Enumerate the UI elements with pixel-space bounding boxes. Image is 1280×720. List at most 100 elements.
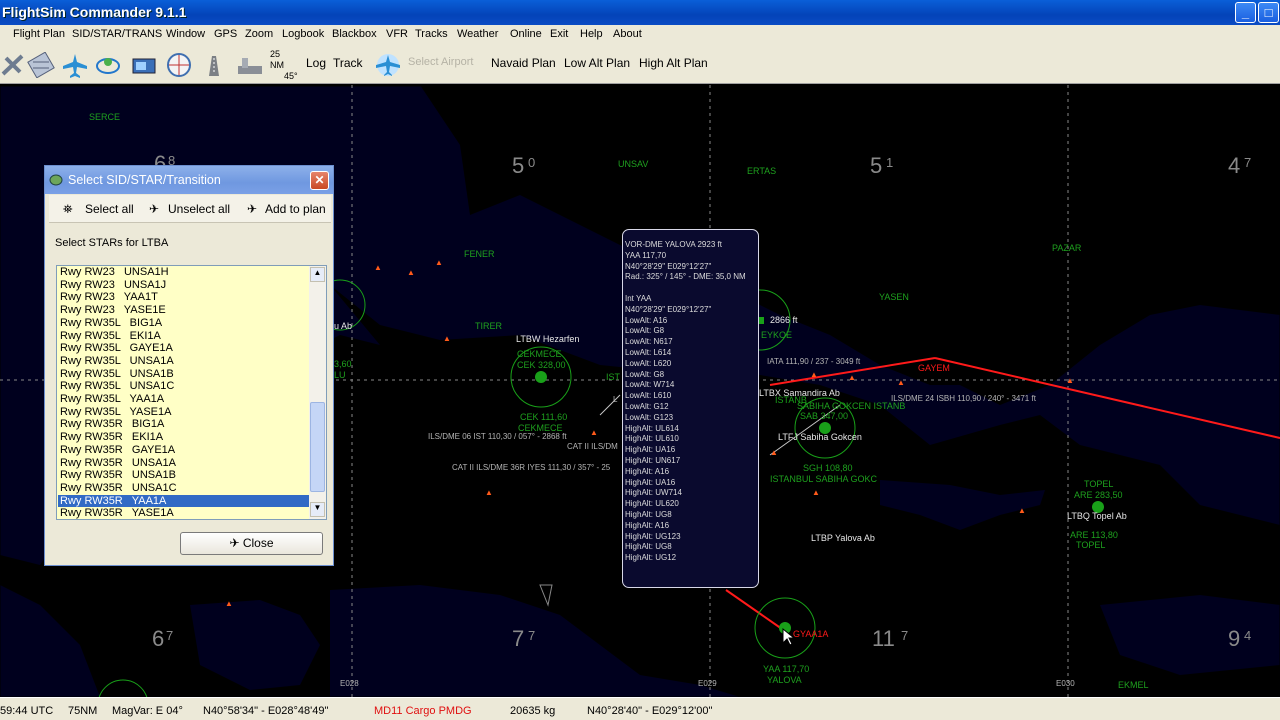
star-list-item[interactable]: Rwy RW35L UNSA1B xyxy=(58,368,310,381)
dialog-close-button[interactable]: ✈ Close xyxy=(180,532,323,555)
airplane-icon[interactable] xyxy=(61,52,89,78)
add-to-plan-button[interactable]: Add to plan xyxy=(265,202,326,216)
svg-text:▲: ▲ xyxy=(407,268,415,277)
menu-tracks[interactable]: Tracks xyxy=(415,28,448,40)
svg-text:▲: ▲ xyxy=(225,599,233,608)
menu-window[interactable]: Window xyxy=(166,28,205,40)
menu-vfr[interactable]: VFR xyxy=(386,28,408,40)
compass-icon[interactable] xyxy=(165,52,193,78)
select-airport-button[interactable]: Select Airport xyxy=(408,56,473,68)
waypoint-fener[interactable]: FENER xyxy=(464,249,495,259)
menu-weather[interactable]: Weather xyxy=(457,28,498,40)
zoom-angle: 45° xyxy=(284,71,298,81)
star-list-item[interactable]: Rwy RW35L EKI1A xyxy=(58,330,310,343)
maximize-button[interactable]: □ xyxy=(1258,2,1279,23)
waypoint-ertas[interactable]: ERTAS xyxy=(747,166,776,176)
unselect-all-button[interactable]: Unselect all xyxy=(168,202,230,216)
popup-line: HighAlt: UA16 xyxy=(625,445,676,455)
grid-number-51-small: 1 xyxy=(886,155,893,170)
select-all-button[interactable]: Select all xyxy=(85,202,134,216)
star-list-item[interactable]: Rwy RW35L UNSA1A xyxy=(58,355,310,368)
log-button[interactable]: Log xyxy=(306,56,326,70)
star-list-scrollbar[interactable]: ▲ ▼ xyxy=(309,266,326,519)
star-list-item[interactable]: Rwy RW35R UNSA1A xyxy=(58,457,310,470)
label-ils-06: ILS/DME 06 IST 110,30 / 057° - 2868 ft xyxy=(428,432,567,441)
airport-ltfj[interactable]: LTFJ Sabiha Gokcen xyxy=(778,432,862,442)
star-list-item[interactable]: Rwy RW35R EKI1A xyxy=(58,431,310,444)
star-list-item[interactable]: Rwy RW35L YAA1A xyxy=(58,393,310,406)
menu-online[interactable]: Online xyxy=(510,28,542,40)
svg-text:▲: ▲ xyxy=(435,258,443,267)
waypoint-tirer[interactable]: TIRER xyxy=(475,321,503,331)
label-yalova: YALOVA xyxy=(767,675,802,685)
runway-icon[interactable] xyxy=(200,52,228,78)
star-list-item[interactable]: Rwy RW35L BIG1A xyxy=(58,317,310,330)
star-list-item[interactable]: Rwy RW23 YASE1E xyxy=(58,304,310,317)
airport-ltbw[interactable]: LTBW Hezarfen xyxy=(516,334,579,344)
star-list-item[interactable]: Rwy RW35R GAYE1A xyxy=(58,444,310,457)
navaid-plan-button[interactable]: Navaid Plan xyxy=(491,56,556,70)
grid-number-77-big: 7 xyxy=(512,626,524,651)
star-list-item[interactable]: Rwy RW35R UNSA1C xyxy=(58,482,310,495)
popup-line: LowAlt: G12 xyxy=(625,401,669,411)
star-list-item[interactable]: Rwy RW23 UNSA1J xyxy=(58,279,310,292)
low-alt-plan-button[interactable]: Low Alt Plan xyxy=(564,56,630,70)
menu-help[interactable]: Help xyxy=(580,28,603,40)
menu-flight-plan[interactable]: Flight Plan xyxy=(13,28,65,40)
zoom-indicator[interactable]: 25 NM 45° xyxy=(270,49,300,83)
airport-icon[interactable] xyxy=(236,52,264,78)
star-list[interactable]: Rwy RW35R YASE1A Rwy RW35R YAA1A Rwy RW35R… xyxy=(56,265,327,520)
route-icon[interactable] xyxy=(94,52,122,78)
waypoint-gayem[interactable]: GAYEM xyxy=(918,363,950,373)
star-list-item[interactable]: Rwy RW35L GAYE1A xyxy=(58,342,310,355)
waypoint-unsav[interactable]: UNSAV xyxy=(618,159,648,169)
airport-ltbq[interactable]: LTBQ Topel Ab xyxy=(1067,511,1127,521)
star-list-item[interactable]: Rwy RW35L YASE1A xyxy=(58,406,310,419)
grid-number-77-small: 7 xyxy=(528,628,535,643)
track-button[interactable]: Track xyxy=(333,56,363,70)
high-alt-plan-button[interactable]: High Alt Plan xyxy=(639,56,708,70)
grid-number-51-big: 5 xyxy=(870,153,882,178)
svg-text:▲: ▲ xyxy=(897,378,905,387)
menu-exit[interactable]: Exit xyxy=(550,28,568,40)
svg-text:▲: ▲ xyxy=(770,448,778,457)
waypoint-topel[interactable]: TOPEL xyxy=(1084,479,1113,489)
popup-line: HighAlt: UL614 xyxy=(625,423,679,433)
label-partial-lu: LU xyxy=(334,370,346,380)
popup-line: LowAlt: W714 xyxy=(625,380,675,390)
menu-blackbox[interactable]: Blackbox xyxy=(332,28,377,40)
window-title: FlightSim Commander 9.1.1 xyxy=(2,4,187,20)
star-list-item[interactable]: Rwy RW23 UNSA1H xyxy=(58,266,310,279)
star-list-item[interactable]: Rwy RW35R YAA1A xyxy=(58,494,310,508)
star-list-item[interactable]: Rwy RW35R YASE1A xyxy=(58,507,310,519)
map-grid-icon[interactable] xyxy=(27,52,55,78)
scroll-thumb[interactable] xyxy=(310,402,325,492)
plane-plan-icon[interactable] xyxy=(372,52,404,78)
star-list-item[interactable]: Rwy RW23 YAA1T xyxy=(58,291,310,304)
star-list-item[interactable]: Rwy RW35R BIG1A xyxy=(58,418,310,431)
add-plane-icon: ✈ xyxy=(247,202,258,216)
menu-about[interactable]: About xyxy=(613,28,642,40)
satellite-icon[interactable] xyxy=(0,52,28,78)
waypoint-serce[interactable]: SERCE xyxy=(89,112,120,122)
waypoint-pazar[interactable]: PAZAR xyxy=(1052,243,1082,253)
menu-logbook[interactable]: Logbook xyxy=(282,28,324,40)
airport-ltbp[interactable]: LTBP Yalova Ab xyxy=(811,533,875,543)
label-star-gyaa1a: GYAA1A xyxy=(793,629,828,639)
menu-zoom[interactable]: Zoom xyxy=(245,28,273,40)
menu-gps[interactable]: GPS xyxy=(214,28,237,40)
star-list-item[interactable]: Rwy RW35L UNSA1C xyxy=(58,380,310,393)
star-list-item[interactable]: Rwy RW35R UNSA1B xyxy=(58,469,310,482)
scroll-down-icon[interactable]: ▼ xyxy=(310,502,325,517)
scroll-up-icon[interactable]: ▲ xyxy=(310,267,325,282)
label-istanbul-partial: ISTANB xyxy=(775,395,807,405)
popup-line: LowAlt: L610 xyxy=(625,391,672,401)
zoom-range: 25 xyxy=(270,49,281,59)
label-cekmece: CEKMECE xyxy=(517,349,562,359)
gps-device-icon[interactable] xyxy=(130,52,158,78)
dialog-close-icon[interactable]: ✕ xyxy=(310,171,329,190)
waypoint-ekmel[interactable]: EKMEL xyxy=(1118,680,1149,690)
menu-sid-star-trans[interactable]: SID/STAR/TRANS xyxy=(72,28,162,40)
waypoint-yasen[interactable]: YASEN xyxy=(879,292,909,302)
minimize-button[interactable]: _ xyxy=(1235,2,1256,23)
